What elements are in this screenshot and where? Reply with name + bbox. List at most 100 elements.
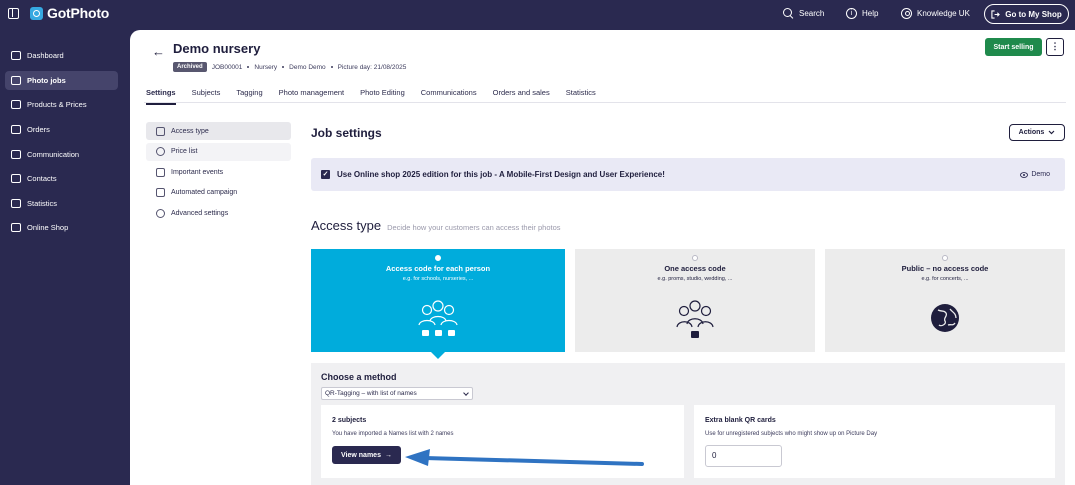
- access-card-public[interactable]: Public – no access code e.g. for concert…: [825, 249, 1065, 352]
- chat-icon: [11, 150, 21, 159]
- subnav-price-list[interactable]: Price list: [146, 142, 291, 161]
- page-title: Demo nursery: [173, 41, 261, 56]
- cart-icon: [11, 100, 21, 109]
- sidebar-item-label: Dashboard: [27, 51, 64, 60]
- access-type-header: Access type Decide how your customers ca…: [311, 218, 561, 233]
- subjects-count: 2 subjects: [332, 417, 367, 424]
- gear-icon: [156, 208, 165, 218]
- sidebar-item-label: Photo jobs: [27, 76, 66, 85]
- blank-qr-title: Extra blank QR cards: [705, 417, 776, 424]
- sidebar-item-label: Products & Prices: [27, 100, 87, 109]
- subnav-important-events[interactable]: Important events: [146, 163, 291, 181]
- subnav-label: Important events: [171, 168, 224, 176]
- subnav-access-type[interactable]: Access type: [146, 122, 291, 140]
- job-id: JOB00001: [211, 63, 243, 71]
- search-button[interactable]: Search: [783, 8, 824, 19]
- card-title: Access code for each person: [385, 264, 491, 273]
- chevron-down-icon: [1048, 130, 1055, 135]
- job-type: Nursery: [254, 63, 278, 71]
- subnav-advanced-settings[interactable]: Advanced settings: [146, 204, 291, 222]
- status-badge: Archived: [173, 62, 207, 72]
- megaphone-icon: [156, 188, 165, 197]
- subnav-label: Advanced settings: [171, 209, 229, 217]
- sidebar-item-orders[interactable]: Orders: [5, 120, 118, 139]
- separator-dot: [282, 66, 285, 68]
- sidebar-item-dashboard[interactable]: Dashboard: [5, 46, 118, 65]
- card-title: Public – no access code: [901, 264, 989, 273]
- card-subtitle: e.g. for concerts, ...: [921, 276, 969, 282]
- sidebar-item-online-shop[interactable]: Online Shop: [5, 218, 118, 237]
- start-selling-button[interactable]: Start selling: [985, 38, 1042, 56]
- separator-dot: [247, 66, 250, 68]
- tabs-divider: [144, 102, 1066, 103]
- radio-unselected[interactable]: [942, 255, 948, 261]
- subjects-text: You have imported a Names list with 2 na…: [332, 431, 454, 437]
- go-to-shop-button[interactable]: Go to My Shop: [984, 4, 1069, 24]
- contacts-icon: [11, 174, 21, 183]
- picture-day: Picture day: 21/08/2025: [337, 63, 407, 71]
- card-subtitle: e.g. for schools, nurseries, ...: [402, 276, 474, 282]
- sidebar-item-label: Orders: [27, 125, 50, 134]
- radio-selected[interactable]: [435, 255, 441, 261]
- sidebar-toggle-icon[interactable]: [8, 8, 19, 19]
- shop-edition-checkbox[interactable]: ✓: [321, 170, 330, 179]
- eye-icon: [1020, 171, 1029, 178]
- arrow-right-icon: →: [384, 451, 392, 459]
- notice-text: Use Online shop 2025 edition for this jo…: [337, 170, 665, 179]
- radio-unselected[interactable]: [692, 255, 698, 261]
- gotphoto-logo-icon: [30, 6, 43, 20]
- main-panel: ← Demo nursery Archived JOB00001 Nursery…: [130, 30, 1075, 485]
- method-select[interactable]: QR-Tagging – with list of names: [321, 387, 473, 400]
- subnav-automated-campaign[interactable]: Automated campaign: [146, 184, 291, 202]
- brand-name: GotPhoto: [47, 5, 110, 21]
- knowledge-button[interactable]: Knowledge UK: [901, 8, 970, 19]
- knowledge-label: Knowledge UK: [917, 9, 970, 18]
- sidebar-item-contacts[interactable]: Contacts: [5, 169, 118, 188]
- choose-method-panel: Choose a method QR-Tagging – with list o…: [311, 363, 1065, 485]
- method-title: Choose a method: [321, 372, 397, 382]
- access-card-one-code[interactable]: One access code e.g. proms, studio, wedd…: [575, 249, 815, 352]
- access-type-title: Access type: [311, 218, 382, 233]
- sidebar-item-label: Contacts: [27, 174, 57, 183]
- group-locks-icon: [418, 300, 458, 336]
- exit-icon: [991, 9, 1001, 19]
- actions-dropdown-button[interactable]: Actions: [1009, 124, 1065, 141]
- demo-link[interactable]: Demo: [1020, 171, 1050, 178]
- sidebar-item-products-prices[interactable]: Products & Prices: [5, 95, 118, 114]
- subnav-label: Price list: [171, 148, 198, 155]
- card-title: One access code: [664, 264, 726, 273]
- calendar-icon: [156, 167, 165, 177]
- top-bar: GotPhoto Search i Help Knowledge UK Go t…: [0, 0, 1075, 28]
- access-type-subtitle: Decide how your customers can access the…: [387, 223, 561, 232]
- help-button[interactable]: i Help: [846, 8, 878, 19]
- sidebar-item-statistics[interactable]: Statistics: [5, 194, 118, 213]
- access-card-per-person[interactable]: Access code for each person e.g. for sch…: [311, 249, 565, 352]
- subnav-label: Automated campaign: [171, 189, 238, 196]
- subnav-label: Access type: [171, 127, 209, 135]
- back-arrow-icon[interactable]: ←: [152, 44, 165, 59]
- selected-card-pointer: [431, 352, 445, 359]
- logo[interactable]: GotPhoto: [30, 5, 109, 21]
- sidebar-item-label: Statistics: [27, 199, 58, 208]
- sidebar-item-label: Communication: [27, 150, 80, 159]
- blank-qr-input[interactable]: 0: [705, 445, 782, 467]
- job-owner: Demo Demo: [289, 63, 326, 71]
- user-lock-icon: [156, 126, 165, 136]
- view-names-button[interactable]: View names →: [332, 446, 401, 464]
- sidebar-item-photo-jobs[interactable]: Photo jobs: [5, 71, 118, 90]
- separator-dot: [330, 66, 333, 68]
- job-meta: Archived JOB00001 Nursery Demo Demo Pict…: [173, 62, 406, 72]
- search-label: Search: [799, 9, 825, 18]
- help-icon: i: [846, 8, 857, 19]
- search-icon: [783, 8, 794, 19]
- more-options-button[interactable]: ⋮: [1046, 38, 1064, 56]
- go-to-shop-label: Go to My Shop: [1005, 9, 1062, 19]
- sidebar-item-communication[interactable]: Communication: [5, 145, 118, 164]
- box-icon: [11, 125, 21, 134]
- globe-icon: [931, 304, 959, 332]
- chart-icon: [11, 199, 21, 208]
- sidebar-item-label: Online Shop: [27, 223, 69, 232]
- demo-label: Demo: [1031, 171, 1050, 178]
- view-names-label: View names: [341, 451, 381, 459]
- section-title: Job settings: [311, 126, 382, 140]
